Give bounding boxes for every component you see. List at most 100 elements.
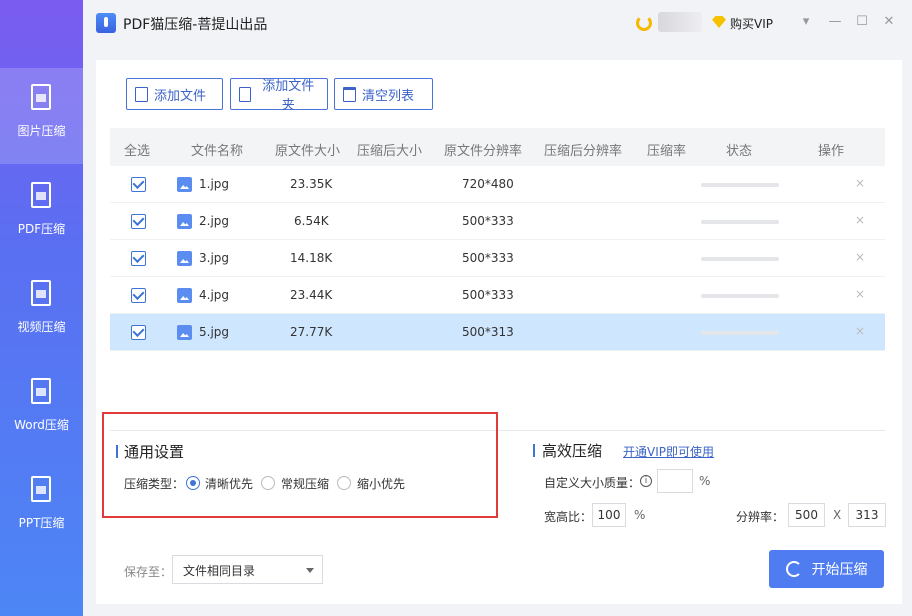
trash-icon bbox=[343, 86, 356, 102]
image-file-icon bbox=[177, 288, 192, 303]
resolution-width-input[interactable]: 500 bbox=[788, 503, 825, 527]
col-compressed-resolution: 压缩后分辨率 bbox=[544, 144, 623, 159]
delete-row-icon[interactable]: × bbox=[855, 324, 865, 338]
table-row[interactable]: 3.jpg 14.18K 500*333 × bbox=[110, 240, 885, 277]
option-normal[interactable]: 常规压缩 bbox=[281, 475, 329, 492]
sidebar-item-word[interactable]: Word压缩 bbox=[0, 362, 83, 458]
status-progress-bar bbox=[701, 257, 779, 261]
user-crown-icon[interactable] bbox=[636, 15, 652, 31]
row-checkbox[interactable] bbox=[131, 214, 146, 229]
chevron-down-icon bbox=[306, 568, 314, 573]
compression-type-label: 压缩类型： bbox=[124, 477, 185, 491]
original-size: 6.54K bbox=[294, 214, 329, 228]
title-bar: PDF猫压缩-菩提山出品 购买VIP ▾ — ☐ ✕ bbox=[0, 0, 912, 46]
col-compression-rate: 压缩率 bbox=[647, 144, 687, 159]
delete-row-icon[interactable]: × bbox=[855, 213, 865, 227]
save-location-select[interactable]: 文件相同目录 bbox=[172, 555, 323, 584]
original-resolution: 720*480 bbox=[462, 177, 514, 191]
col-original-size: 原文件大小 bbox=[275, 144, 341, 159]
app-logo-icon bbox=[96, 13, 116, 33]
aspect-ratio-unit: % bbox=[634, 508, 646, 522]
quality-input[interactable] bbox=[657, 469, 693, 493]
image-file-icon bbox=[177, 214, 192, 229]
clear-list-label: 清空列表 bbox=[362, 88, 415, 104]
select-all-header[interactable]: 全选 bbox=[124, 140, 150, 159]
table-row[interactable]: 5.jpg 27.77K 500*313 × bbox=[110, 314, 885, 351]
original-size: 14.18K bbox=[290, 251, 333, 265]
info-icon[interactable]: i bbox=[640, 475, 652, 487]
sidebar-item-label: PDF压缩 bbox=[17, 222, 66, 236]
col-original-resolution: 原文件分辨率 bbox=[444, 144, 523, 159]
file-name: 5.jpg bbox=[199, 325, 230, 339]
minimize-icon[interactable]: — bbox=[825, 12, 845, 32]
delete-row-icon[interactable]: × bbox=[855, 176, 865, 190]
file-name: 2.jpg bbox=[199, 214, 230, 228]
add-folder-label: 添加文件夹 bbox=[262, 79, 315, 113]
add-folder-button[interactable]: 添加文件夹 bbox=[230, 78, 328, 113]
buy-vip-link[interactable]: 购买VIP bbox=[730, 15, 773, 32]
highlight-box bbox=[102, 412, 498, 518]
radio-clarity-first[interactable] bbox=[186, 476, 200, 490]
delete-row-icon[interactable]: × bbox=[855, 250, 865, 264]
radio-normal[interactable] bbox=[261, 476, 275, 490]
original-size: 23.35K bbox=[290, 177, 333, 191]
clear-list-button[interactable]: 清空列表 bbox=[334, 78, 433, 110]
original-resolution: 500*333 bbox=[462, 214, 514, 228]
sidebar: 图片压缩 PDF压缩 视频压缩 Word压缩 PPT压缩 bbox=[0, 0, 83, 616]
sidebar-item-label: 图片压缩 bbox=[17, 124, 66, 138]
delete-row-icon[interactable]: × bbox=[855, 287, 865, 301]
image-file-icon bbox=[177, 251, 192, 266]
file-name: 4.jpg bbox=[199, 288, 230, 302]
word-icon bbox=[31, 378, 51, 404]
app-title: PDF猫压缩-菩提山出品 bbox=[123, 17, 268, 33]
row-checkbox[interactable] bbox=[131, 288, 146, 303]
original-resolution: 500*333 bbox=[462, 288, 514, 302]
section-marker bbox=[116, 445, 118, 458]
sidebar-item-ppt[interactable]: PPT压缩 bbox=[0, 460, 83, 556]
resolution-label: 分辨率： bbox=[736, 510, 785, 524]
resolution-separator: X bbox=[833, 508, 842, 522]
open-vip-link[interactable]: 开通VIP即可使用 bbox=[623, 443, 714, 460]
aspect-ratio-input[interactable]: 100 bbox=[592, 503, 626, 527]
menu-dropdown-icon[interactable]: ▾ bbox=[796, 12, 816, 32]
original-size: 23.44K bbox=[290, 288, 333, 302]
image-file-icon bbox=[177, 325, 192, 340]
status-progress-bar bbox=[701, 220, 779, 224]
row-checkbox[interactable] bbox=[131, 251, 146, 266]
original-size: 27.77K bbox=[290, 325, 333, 339]
row-checkbox[interactable] bbox=[131, 177, 146, 192]
add-file-icon bbox=[135, 86, 148, 102]
video-icon bbox=[31, 280, 51, 306]
table-row[interactable]: 2.jpg 6.54K 500*333 × bbox=[110, 203, 885, 240]
image-icon bbox=[31, 84, 51, 110]
start-compress-label: 开始压缩 bbox=[811, 562, 868, 578]
col-compressed-size: 压缩后大小 bbox=[357, 144, 423, 159]
sidebar-item-pdf[interactable]: PDF压缩 bbox=[0, 166, 83, 262]
maximize-icon[interactable]: ☐ bbox=[852, 12, 872, 32]
sidebar-item-video[interactable]: 视频压缩 bbox=[0, 264, 83, 360]
add-file-button[interactable]: 添加文件 bbox=[126, 78, 223, 110]
add-folder-icon bbox=[239, 86, 252, 102]
save-to-label: 保存至： bbox=[124, 565, 173, 579]
row-checkbox[interactable] bbox=[131, 325, 146, 340]
file-name: 1.jpg bbox=[199, 177, 230, 191]
sidebar-item-label: Word压缩 bbox=[14, 418, 69, 432]
status-progress-bar bbox=[701, 294, 779, 298]
radio-smaller-first[interactable] bbox=[337, 476, 351, 490]
sidebar-item-label: 视频压缩 bbox=[17, 320, 66, 334]
sidebar-item-image[interactable]: 图片压缩 bbox=[0, 68, 83, 164]
table-row[interactable]: 4.jpg 23.44K 500*333 × bbox=[110, 277, 885, 314]
vip-diamond-icon[interactable] bbox=[712, 16, 726, 28]
ppt-icon bbox=[31, 476, 51, 502]
user-avatar[interactable] bbox=[658, 12, 702, 32]
original-resolution: 500*333 bbox=[462, 251, 514, 265]
option-clarity-first[interactable]: 清晰优先 bbox=[205, 475, 253, 492]
resolution-height-input[interactable]: 313 bbox=[848, 503, 886, 527]
table-row[interactable]: 1.jpg 23.35K 720*480 × bbox=[110, 166, 885, 203]
option-smaller-first[interactable]: 缩小优先 bbox=[357, 475, 405, 492]
pdf-icon bbox=[31, 182, 51, 208]
main-panel: 添加文件 添加文件夹 清空列表 全选 文件名称 原文件大小 压缩后大小 原文件分… bbox=[96, 60, 902, 604]
close-icon[interactable]: ✕ bbox=[879, 12, 899, 32]
start-compress-button[interactable]: 开始压缩 bbox=[769, 550, 884, 588]
quality-unit: % bbox=[699, 474, 711, 488]
